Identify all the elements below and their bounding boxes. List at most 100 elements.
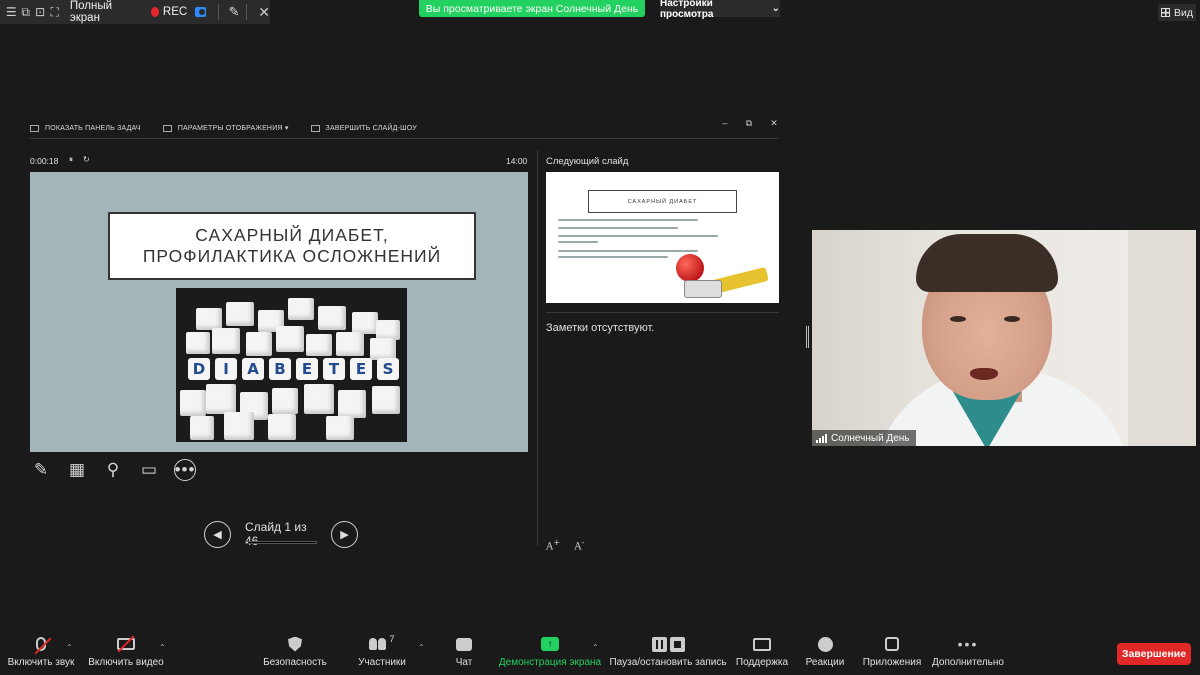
sugar-cube xyxy=(180,390,206,416)
view-button[interactable]: Вид xyxy=(1158,4,1196,21)
maximize-icon[interactable]: ⧉ xyxy=(746,118,753,129)
participant-name: Солнечный День xyxy=(831,432,910,444)
sugar-cube xyxy=(338,390,366,418)
camera-icon[interactable] xyxy=(195,7,206,17)
annotate-pen-icon[interactable]: ✎ xyxy=(229,4,240,20)
current-slide[interactable]: САХАРНЫЙ ДИАБЕТ, ПРОФИЛАКТИКА ОСЛОЖНЕНИЙ… xyxy=(30,172,528,452)
apps-label: Приложения xyxy=(862,657,922,668)
pin-icon[interactable]: ⊡ xyxy=(33,0,47,24)
sugar-cube xyxy=(326,416,354,440)
slideshow-timer: 0:00:18 xyxy=(30,156,59,166)
participants-chevron-icon[interactable]: ⌃ xyxy=(418,643,425,652)
rec-label[interactable]: REC xyxy=(163,6,187,18)
video-options-chevron-icon[interactable]: ⌃ xyxy=(159,643,166,652)
display-settings-label: ПАРАМЕТРЫ ОТОБРАЖЕНИЯ ▾ xyxy=(177,125,289,132)
audio-options-chevron-icon[interactable]: ⌃ xyxy=(66,643,73,652)
divider xyxy=(217,4,219,20)
next-slide-bullet xyxy=(558,219,698,221)
more-label: Дополнительно xyxy=(932,657,1004,668)
reactions-label: Реакции xyxy=(805,657,845,668)
increase-font-icon[interactable]: A+ xyxy=(546,537,560,552)
next-slide-button[interactable]: ▶ xyxy=(331,520,358,548)
security-button[interactable]: Безопасность xyxy=(262,631,328,675)
next-slide-bullet xyxy=(558,250,698,252)
apps-icon xyxy=(885,637,899,651)
slide-tools: ✎ ▦ ⚲ ▭ ••• xyxy=(30,459,196,481)
fullscreen-button[interactable]: Полный экран xyxy=(70,0,127,24)
reactions-button[interactable]: Реакции xyxy=(804,631,846,675)
panel-splitter-handle[interactable] xyxy=(806,326,809,348)
sugar-cube xyxy=(196,308,222,330)
more-dots-icon: ••• xyxy=(957,636,979,652)
letter-die: A xyxy=(242,358,264,380)
end-meeting-button[interactable]: Завершение xyxy=(1117,643,1191,665)
next-slide-bullet xyxy=(558,227,678,229)
more-options-icon[interactable]: ••• xyxy=(174,459,196,481)
participant-video[interactable]: Солнечный День xyxy=(812,230,1196,446)
unmute-label: Включить звук xyxy=(7,657,75,668)
previous-slide-button[interactable]: ◀ xyxy=(204,520,231,548)
end-slideshow-button[interactable]: ЗАВЕРШИТЬ СЛАЙД-ШОУ xyxy=(310,124,417,132)
slide-progress-fill xyxy=(246,542,248,543)
view-settings-button[interactable]: Настройки просмотра ⌄ xyxy=(660,0,780,20)
sugar-cube xyxy=(224,412,254,440)
see-all-slides-icon[interactable]: ▦ xyxy=(66,459,88,481)
more-button[interactable]: ••• Дополнительно xyxy=(932,631,1004,675)
support-button[interactable]: Поддержка xyxy=(734,631,790,675)
zoom-magnifier-icon[interactable]: ⚲ xyxy=(102,459,124,481)
next-slide-preview[interactable]: САХАРНЫЙ ДИАБЕТ xyxy=(546,172,779,303)
next-slide-bullet xyxy=(558,235,718,237)
pause-timer-icon[interactable]: ⏸ xyxy=(69,155,73,165)
video-person-eye xyxy=(1004,316,1020,322)
participants-button[interactable]: 7 Участники xyxy=(356,631,408,675)
unmute-button[interactable]: Включить звук xyxy=(6,631,76,675)
show-taskbar-button[interactable]: ПОКАЗАТЬ ПАНЕЛЬ ЗАДАЧ xyxy=(30,124,141,132)
slide-progress-bar[interactable] xyxy=(245,541,317,544)
presenter-toolbar: ПОКАЗАТЬ ПАНЕЛЬ ЗАДАЧ ПАРАМЕТРЫ ОТОБРАЖЕ… xyxy=(30,118,778,138)
participant-name-tag: Солнечный День xyxy=(812,430,916,446)
participants-icon xyxy=(369,638,387,650)
settings-icon xyxy=(162,124,172,132)
slide-navigation: ◀ Слайд 1 из 46 ▶ xyxy=(204,520,358,548)
menu-icon[interactable]: ☰ xyxy=(4,0,18,24)
chat-button[interactable]: Чат xyxy=(450,631,478,675)
pause-stop-recording-button[interactable]: Пауза/остановить запись xyxy=(609,631,727,675)
next-slide-bullet xyxy=(558,256,668,258)
apps-button[interactable]: Приложения xyxy=(862,631,922,675)
signal-strength-icon xyxy=(816,433,827,443)
decrease-font-icon[interactable]: A- xyxy=(574,537,584,552)
sugar-cube xyxy=(272,388,298,414)
close-icon[interactable]: ✕ xyxy=(258,4,270,21)
pen-tool-icon[interactable]: ✎ xyxy=(30,459,52,481)
sugar-cube xyxy=(268,414,296,440)
sugar-cube xyxy=(352,312,378,334)
share-screen-label: Демонстрация экрана xyxy=(498,657,602,668)
zoom-top-toolbar: ☰ ⧉ ⊡ ⛶ Полный экран REC ✎ ✕ xyxy=(0,0,270,24)
divider xyxy=(30,138,778,139)
restore-window-icon[interactable]: ⧉ xyxy=(18,0,32,24)
support-label: Поддержка xyxy=(735,657,789,668)
end-show-icon xyxy=(310,124,320,132)
diabetes-sugar-cubes-image: DIABETES xyxy=(176,288,407,442)
close-icon[interactable]: ✕ xyxy=(770,118,778,129)
reset-timer-icon[interactable]: ↻ xyxy=(83,155,90,165)
minimize-icon[interactable]: – xyxy=(722,118,727,129)
fullscreen-toggle-icon[interactable]: ⛶ xyxy=(47,0,61,24)
share-options-chevron-icon[interactable]: ⌃ xyxy=(592,643,599,652)
sugar-cube xyxy=(370,338,396,360)
start-video-button[interactable]: Включить видео xyxy=(88,631,164,675)
slide-title-line-2: ПРОФИЛАКТИКА ОСЛОЖНЕНИЙ xyxy=(142,246,442,266)
display-settings-button[interactable]: ПАРАМЕТРЫ ОТОБРАЖЕНИЯ ▾ xyxy=(162,124,289,132)
clock: 14:00 xyxy=(506,156,528,166)
shield-icon xyxy=(288,636,302,652)
viewing-screen-banner: Вы просматриваете экран Солнечный День xyxy=(419,0,645,17)
video-person-eye xyxy=(950,316,966,322)
share-screen-button[interactable]: ↑ Демонстрация экрана xyxy=(498,631,602,675)
sugar-cube xyxy=(288,298,314,320)
slide-title-line-1: САХАРНЫЙ ДИАБЕТ, xyxy=(195,225,389,245)
video-off-icon xyxy=(117,635,135,653)
view-button-label: Вид xyxy=(1174,6,1193,19)
sugar-cube xyxy=(372,386,400,414)
black-screen-icon[interactable]: ▭ xyxy=(138,459,160,481)
sugar-cube xyxy=(226,302,254,326)
